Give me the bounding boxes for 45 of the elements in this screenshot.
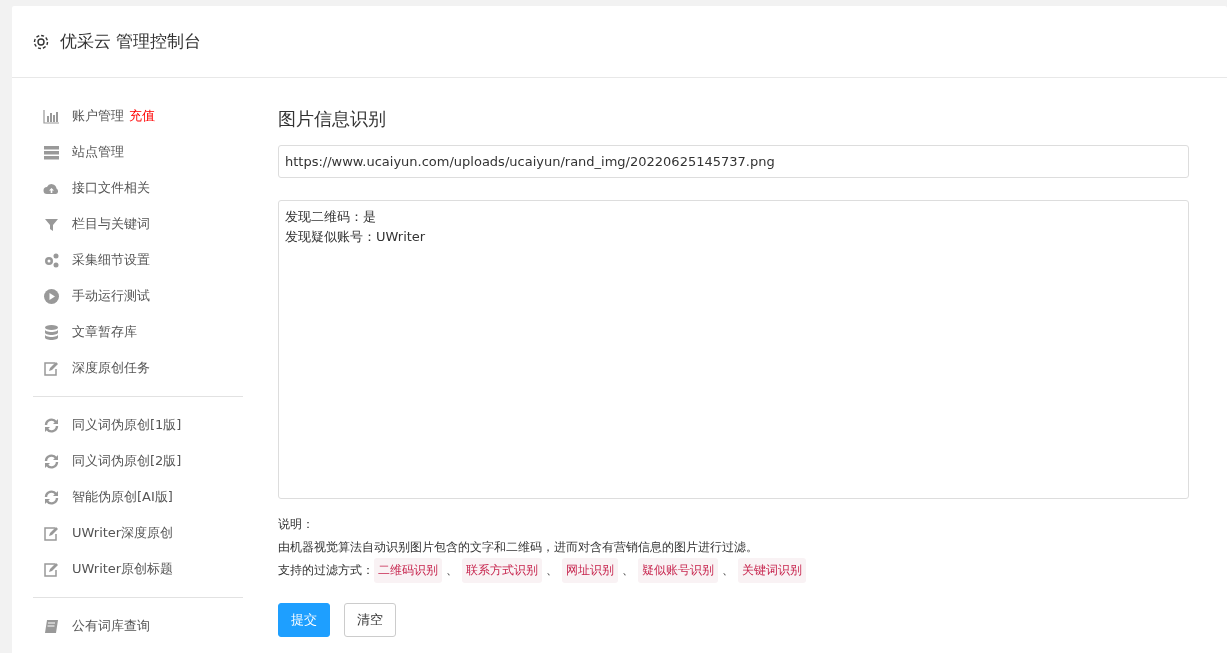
gears-icon — [43, 251, 60, 269]
note-heading: 说明： — [278, 516, 315, 533]
bar-chart-icon — [43, 107, 60, 125]
sidebar-item[interactable]: 同义词伪原创[1版] — [33, 407, 243, 443]
settings-icon — [32, 32, 50, 51]
play-icon — [43, 287, 60, 305]
sidebar-item[interactable]: 手动运行测试 — [33, 278, 243, 314]
sidebar-item[interactable]: 接口文件相关 — [33, 170, 243, 206]
database-icon — [43, 323, 60, 341]
separator: 、 — [446, 562, 458, 579]
edit-icon — [43, 560, 60, 578]
refresh-icon — [43, 488, 60, 506]
sidebar-item[interactable]: UWriter深度原创 — [33, 515, 243, 551]
filter-tag: 联系方式识别 — [462, 558, 542, 583]
sidebar-item[interactable]: 采集细节设置 — [33, 242, 243, 278]
console-title: 优采云 管理控制台 — [60, 30, 202, 53]
recharge-link[interactable]: 充值 — [129, 107, 155, 125]
edit-icon — [43, 359, 60, 377]
separator: 、 — [722, 562, 734, 579]
filter-tag: 网址识别 — [562, 558, 618, 583]
sidebar-item[interactable]: 公有词库查询 — [33, 608, 243, 644]
filter-tag: 二维码识别 — [374, 558, 442, 583]
section-title: 图片信息识别 — [278, 107, 387, 131]
filter-tag: 疑似账号识别 — [638, 558, 718, 583]
separator: 、 — [546, 562, 558, 579]
sidebar-item[interactable]: 账户管理 充值 — [33, 98, 243, 134]
sidebar-item[interactable]: 站点管理 — [33, 134, 243, 170]
clear-button[interactable]: 清空 — [344, 602, 396, 637]
sidebar-item[interactable]: 智能伪原创[AI版] — [33, 479, 243, 515]
sidebar-item[interactable]: UWriter原创标题 — [33, 551, 243, 587]
methods-label: 支持的过滤方式： — [278, 562, 374, 579]
refresh-icon — [43, 452, 60, 470]
book-icon — [43, 617, 60, 635]
refresh-icon — [43, 416, 60, 434]
url-field[interactable]: https://www.ucaiyun.com/uploads/ucaiyun/rand_img/20220625145737.png — [278, 145, 1189, 178]
sidebar-item[interactable]: 栏目与关键词 — [33, 206, 243, 242]
edit-icon — [43, 524, 60, 542]
server-icon — [43, 143, 60, 161]
result-box[interactable]: 发现二维码：是 发现疑似账号：UWriter — [278, 200, 1189, 499]
separator: 、 — [622, 562, 634, 579]
sidebar-item[interactable]: 文章暂存库 — [33, 314, 243, 350]
filter-tag: 关键词识别 — [738, 558, 806, 583]
sidebar-item[interactable]: 深度原创任务 — [33, 350, 243, 386]
note-text: 由机器视觉算法自动识别图片包含的文字和二维码，进而对含有营销信息的图片进行过滤。 — [278, 538, 759, 556]
sidebar-item[interactable]: 同义词伪原创[2版] — [33, 443, 243, 479]
